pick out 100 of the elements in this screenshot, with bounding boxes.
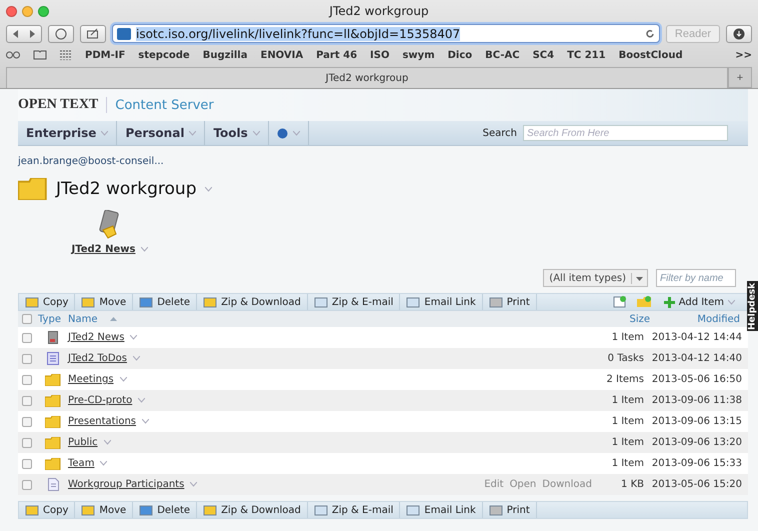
caret-icon[interactable] [190, 482, 198, 487]
caret-icon[interactable] [101, 130, 108, 136]
minimize-button[interactable] [22, 6, 33, 16]
row-checkbox[interactable] [22, 332, 32, 342]
row-checkbox[interactable] [22, 480, 32, 490]
window-title: JTed2 workgroup [328, 4, 430, 18]
reload-icon[interactable] [644, 28, 655, 38]
history-button[interactable] [48, 24, 74, 42]
bookmark-link[interactable]: BoostCloud [618, 50, 683, 60]
add-item-button[interactable]: Add Item [660, 296, 747, 308]
more-bookmarks-button[interactable]: >> [735, 50, 752, 60]
glasses-icon[interactable] [6, 51, 20, 59]
caret-icon[interactable] [100, 461, 108, 466]
select-all-checkbox[interactable] [22, 314, 32, 324]
new-tab-button[interactable]: + [728, 67, 752, 88]
row-checkbox[interactable] [22, 438, 32, 448]
bookmark-link[interactable]: Part 46 [316, 50, 358, 60]
action-button[interactable]: Copy [19, 294, 76, 310]
book-icon[interactable] [33, 50, 47, 60]
folder-icon [45, 416, 61, 428]
bookmark-link[interactable]: Dico [448, 50, 472, 60]
action-button[interactable]: Email Link [400, 502, 483, 518]
item-link[interactable]: Pre-CD-proto [68, 395, 132, 406]
address-field[interactable]: isotc.iso.org/livelink/livelink?func=ll&objId=15358407 [112, 24, 660, 43]
download-icon [733, 28, 745, 40]
search-label: Search [482, 128, 517, 138]
item-link[interactable]: JTed2 News [68, 332, 124, 343]
action-button[interactable]: Zip & Download [197, 502, 308, 518]
action-button[interactable]: Copy [19, 502, 76, 518]
browser-tab[interactable]: JTed2 workgroup [6, 67, 728, 88]
bookmark-link[interactable]: swym [402, 50, 435, 60]
bookmark-link[interactable]: BC-AC [485, 50, 520, 60]
bookmark-link[interactable]: stepcode [138, 50, 190, 60]
bookmark-link[interactable]: PDM-IF [85, 50, 126, 60]
bookmark-link[interactable]: TC 211 [567, 50, 606, 60]
downloads-button[interactable] [726, 24, 752, 42]
item-link[interactable]: Meetings [68, 374, 114, 385]
action-button[interactable]: Zip & E-mail [308, 294, 400, 310]
action-button[interactable]: Email Link [400, 294, 483, 310]
nav-menu[interactable]: Tools [205, 121, 269, 145]
caret-icon[interactable] [141, 247, 148, 252]
nav-menu[interactable]: Enterprise [18, 121, 118, 145]
breadcrumb-link[interactable]: jean.brange@boost-conseil... [18, 156, 164, 167]
helpdesk-tab[interactable]: Helpdesk [747, 281, 758, 331]
size-cell-text: 2 Items [605, 374, 645, 385]
sort-ascending-icon [110, 317, 117, 321]
action-button[interactable]: Print [482, 294, 537, 310]
item-link[interactable]: Workgroup Participants [68, 479, 184, 490]
row-checkbox[interactable] [22, 354, 32, 364]
item-link[interactable]: JTed2 ToDos [68, 353, 127, 364]
action-button[interactable]: Delete [133, 294, 198, 310]
modified-column-header[interactable]: Modified [658, 314, 748, 324]
item-link[interactable]: Public [68, 437, 98, 448]
close-button[interactable] [6, 6, 17, 16]
row-checkbox[interactable] [22, 396, 32, 406]
action-button[interactable]: Zip & E-mail [308, 502, 400, 518]
share-button[interactable] [80, 24, 106, 42]
caret-icon[interactable] [132, 356, 140, 361]
bookmark-link[interactable]: Bugzilla [202, 50, 248, 60]
caret-icon[interactable] [728, 300, 735, 304]
item-link[interactable]: Presentations [68, 416, 136, 427]
folder-icon [45, 374, 61, 386]
caret-icon[interactable] [189, 130, 196, 136]
size-cell-text: 0 Tasks [606, 353, 645, 364]
row-checkbox[interactable] [22, 458, 32, 468]
modified-cell-text: 2013-09-06 13:15 [650, 416, 743, 427]
bookmark-link[interactable]: ISO [370, 50, 390, 60]
size-cell-text: 1 Item [610, 332, 645, 343]
caret-icon[interactable] [292, 130, 300, 136]
name-column-header[interactable]: Name [68, 314, 106, 324]
caret-icon[interactable] [142, 419, 150, 424]
filter-field[interactable]: Filter by name [656, 269, 736, 287]
featured-link[interactable]: JTed2 News [72, 244, 136, 255]
caret-icon[interactable] [204, 186, 212, 192]
modified-cell-text: 2013-05-06 15:20 [650, 479, 743, 490]
action-button[interactable]: Move [75, 502, 134, 518]
bookmark-link[interactable]: SC4 [532, 50, 554, 60]
action-button[interactable]: Print [482, 502, 537, 518]
search-field[interactable]: Search From Here [523, 125, 728, 141]
caret-icon[interactable] [138, 398, 146, 403]
action-button[interactable]: Move [75, 294, 134, 310]
zoom-button[interactable] [38, 6, 49, 16]
back-forward-button[interactable] [6, 24, 42, 42]
action-button[interactable]: Delete [133, 502, 198, 518]
new-document-icon[interactable] [612, 296, 627, 308]
size-column-header[interactable]: Size [588, 314, 658, 324]
grid-icon[interactable] [60, 50, 72, 60]
nav-menu[interactable]: Personal [117, 121, 206, 145]
action-button[interactable]: Zip & Download [197, 294, 308, 310]
type-select[interactable]: (All item types) [543, 269, 648, 287]
bookmark-link[interactable]: ENOVIA [260, 50, 304, 60]
row-checkbox[interactable] [22, 374, 32, 384]
new-folder-icon[interactable] [636, 296, 652, 308]
caret-icon[interactable] [130, 335, 138, 340]
caret-icon[interactable] [120, 377, 127, 382]
row-checkbox[interactable] [22, 416, 32, 426]
item-link[interactable]: Team [68, 458, 94, 469]
caret-icon[interactable] [252, 130, 260, 136]
caret-icon[interactable] [104, 440, 111, 445]
type-column-header[interactable]: Type [38, 314, 68, 324]
